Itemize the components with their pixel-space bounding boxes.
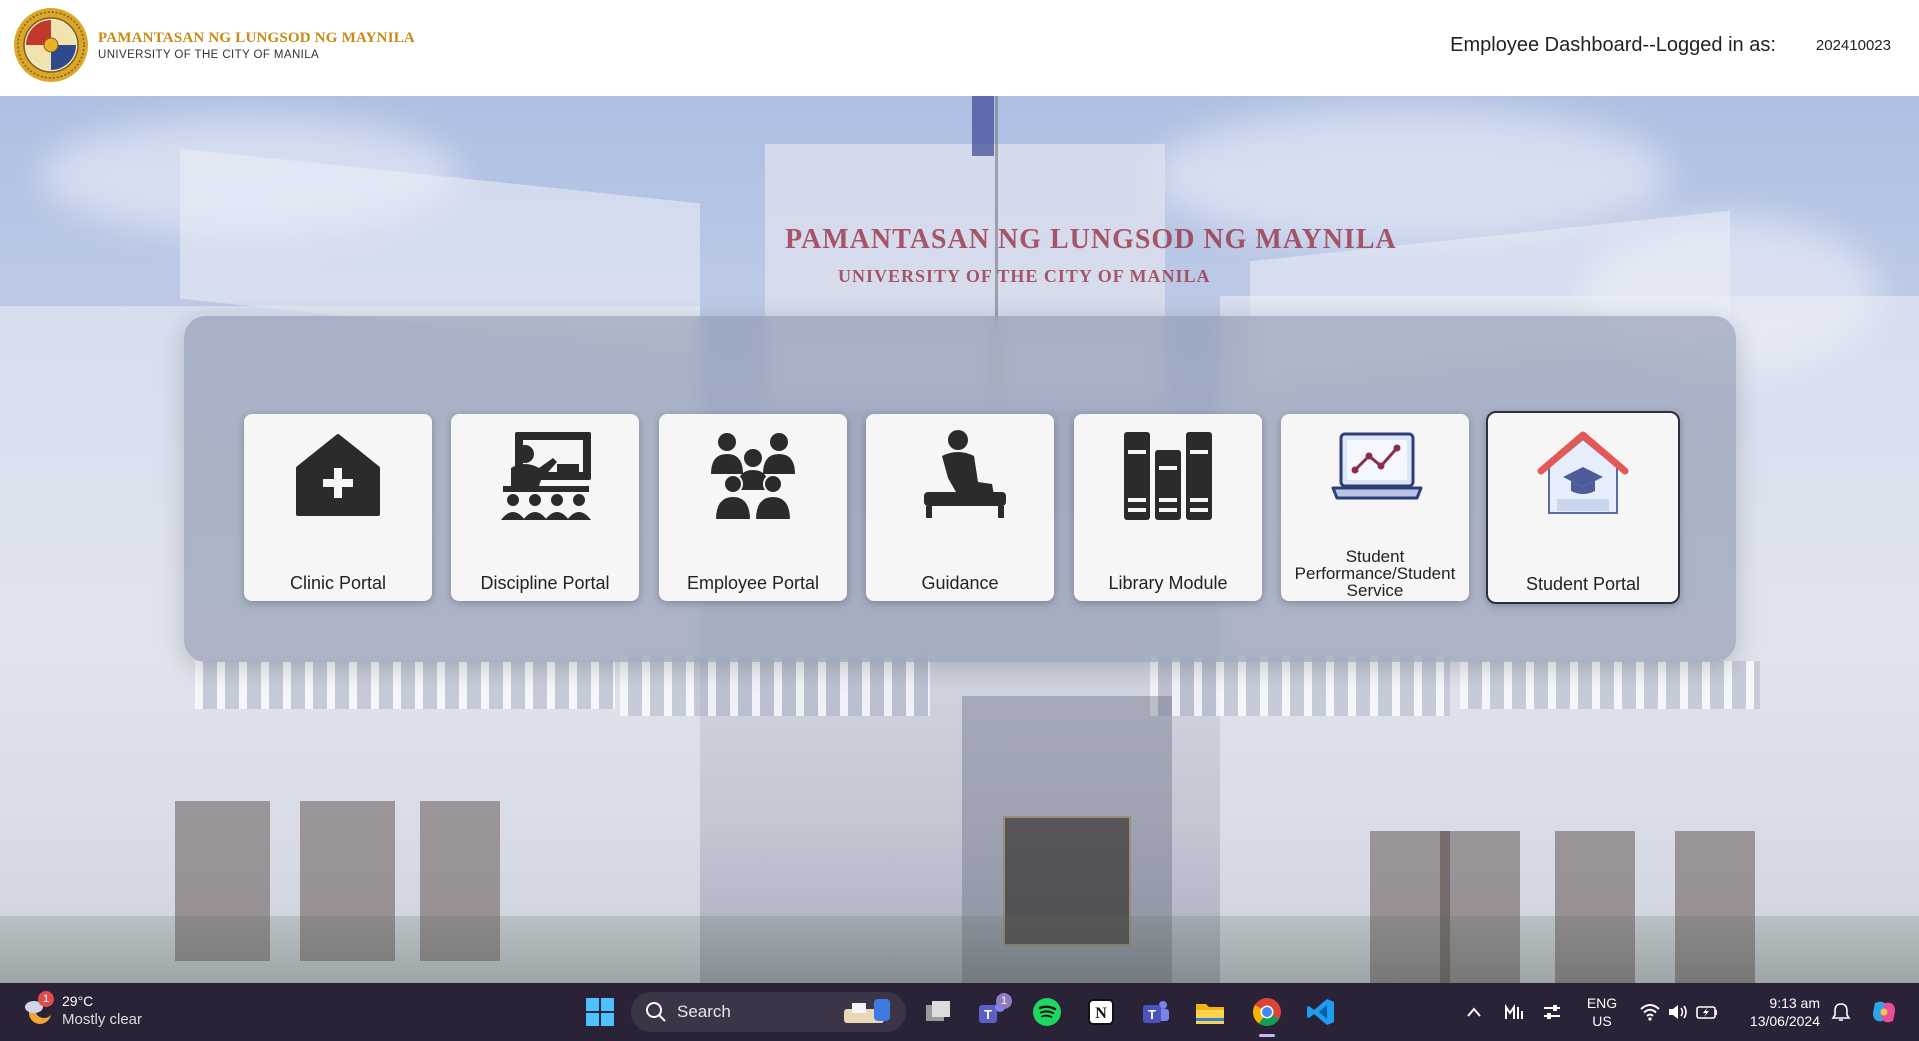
logged-in-user-id: 202410023 (1815, 37, 1891, 54)
language-region: US (1592, 1013, 1612, 1029)
file-explorer-icon (1196, 1004, 1224, 1024)
volume-icon (1669, 1005, 1687, 1019)
notion-icon: N (1088, 999, 1114, 1025)
clock[interactable]: 9:13 am 13/06/2024 (1734, 983, 1820, 1041)
teams-badge: 1 (996, 993, 1012, 1009)
portal-label: Student Portal (1525, 574, 1641, 594)
spotify-icon (1033, 998, 1061, 1026)
building-sign-line1: PAMANTASAN NG LUNGSOD NG MAYNILA (785, 224, 1397, 255)
building-sign-line2: UNIVERSITY OF THE CITY OF MANILA (838, 266, 1211, 286)
search-label: Search (677, 1002, 731, 1021)
chevron-up-icon (1467, 1007, 1481, 1017)
clock-date: 13/06/2024 (1749, 1013, 1820, 1029)
portal-label: Clinic Portal (289, 573, 387, 593)
logo-title: PAMANTASAN NG LUNGSOD NG MAYNILA (98, 29, 415, 46)
tray-settings-button[interactable] (1538, 983, 1566, 1041)
portal-label: Employee Portal (686, 573, 820, 593)
windows-start-icon (586, 998, 614, 1026)
weather-condition: Mostly clear (62, 1011, 143, 1028)
chrome-button[interactable] (1245, 983, 1289, 1041)
spotify-button[interactable] (1027, 983, 1067, 1041)
tray-app-button[interactable] (1500, 983, 1528, 1041)
laptop-chart-icon (1331, 432, 1423, 500)
vscode-button[interactable] (1301, 983, 1341, 1041)
battery-charging-icon (1696, 1006, 1717, 1019)
clock-time: 9:13 am (1769, 995, 1820, 1011)
clinic-house-plus-icon (296, 434, 380, 516)
active-app-indicator (1259, 1034, 1275, 1037)
vscode-icon (1307, 999, 1334, 1025)
notifications-button[interactable] (1826, 983, 1856, 1041)
portal-card-discipline[interactable]: Discipline Portal (451, 414, 639, 601)
weather-badge: 1 (38, 991, 54, 1007)
notion-button[interactable]: N (1081, 983, 1121, 1041)
university-logo[interactable]: PAMANTASAN NG LUNGSOD NG MAYNILA UNIVERS… (12, 6, 415, 84)
windows-taskbar: 1 29°C Mostly clear Search T 1 N T ENG U… (0, 983, 1919, 1041)
books-icon (1124, 432, 1212, 520)
weather-temperature: 29°C (62, 993, 94, 1009)
copilot-button[interactable] (1864, 983, 1904, 1041)
seated-person-icon (924, 430, 1006, 518)
weather-widget[interactable]: 1 29°C Mostly clear (22, 991, 143, 1028)
teacher-classroom-icon (501, 432, 591, 520)
portal-card-employee[interactable]: Employee Portal (659, 414, 847, 601)
portal-card-library[interactable]: Library Module (1074, 414, 1262, 601)
teams-work-button[interactable]: T (1136, 983, 1176, 1041)
page-header: PAMANTASAN NG LUNGSOD NG MAYNILA UNIVERS… (0, 0, 1919, 96)
svg-text:T: T (984, 1007, 992, 1022)
quick-settings-button[interactable] (1634, 983, 1724, 1041)
login-info: Employee Dashboard--Logged in as: 202410… (1450, 34, 1891, 57)
notification-bell-icon (1831, 1003, 1851, 1021)
svg-text:N: N (1095, 1005, 1107, 1022)
portal-card-student[interactable]: Student Portal (1486, 411, 1680, 604)
university-seal-icon (14, 8, 88, 82)
file-explorer-button[interactable] (1190, 983, 1230, 1041)
teams-button[interactable]: T 1 (972, 983, 1012, 1041)
language-code: ENG (1586, 995, 1618, 1011)
taskbar-search[interactable]: Search (631, 992, 906, 1032)
tray-app-icon (1505, 1003, 1523, 1019)
portal-label: Guidance (921, 573, 999, 593)
start-button[interactable] (580, 983, 620, 1041)
search-highlight-icon (844, 999, 890, 1023)
task-view-icon (926, 1001, 950, 1021)
teams-work-icon: T (1143, 1001, 1169, 1023)
portal-card-clinic[interactable]: Clinic Portal (244, 414, 432, 601)
portal-card-student-performance[interactable]: Student Performance/Student Service (1281, 414, 1469, 601)
logo-subtitle: UNIVERSITY OF THE CITY OF MANILA (98, 48, 320, 61)
dashboard-label: Employee Dashboard--Logged in as: (1450, 34, 1776, 56)
portal-label: Student Performance/Student Service (1294, 547, 1456, 600)
people-group-icon (711, 433, 795, 521)
search-icon (646, 1002, 666, 1022)
task-view-button[interactable] (918, 983, 958, 1041)
language-indicator[interactable]: ENG US (1580, 983, 1624, 1041)
chrome-icon (1253, 998, 1281, 1026)
show-hidden-icons-button[interactable] (1460, 983, 1488, 1041)
sliders-icon (1544, 1005, 1560, 1019)
wifi-icon (1640, 1004, 1660, 1021)
portal-card-guidance[interactable]: Guidance (866, 414, 1054, 601)
portal-label: Discipline Portal (480, 573, 610, 593)
school-house-icon (1537, 431, 1629, 514)
portal-label: Library Module (1108, 573, 1228, 593)
copilot-icon (1873, 1001, 1895, 1023)
svg-text:T: T (1148, 1007, 1156, 1022)
